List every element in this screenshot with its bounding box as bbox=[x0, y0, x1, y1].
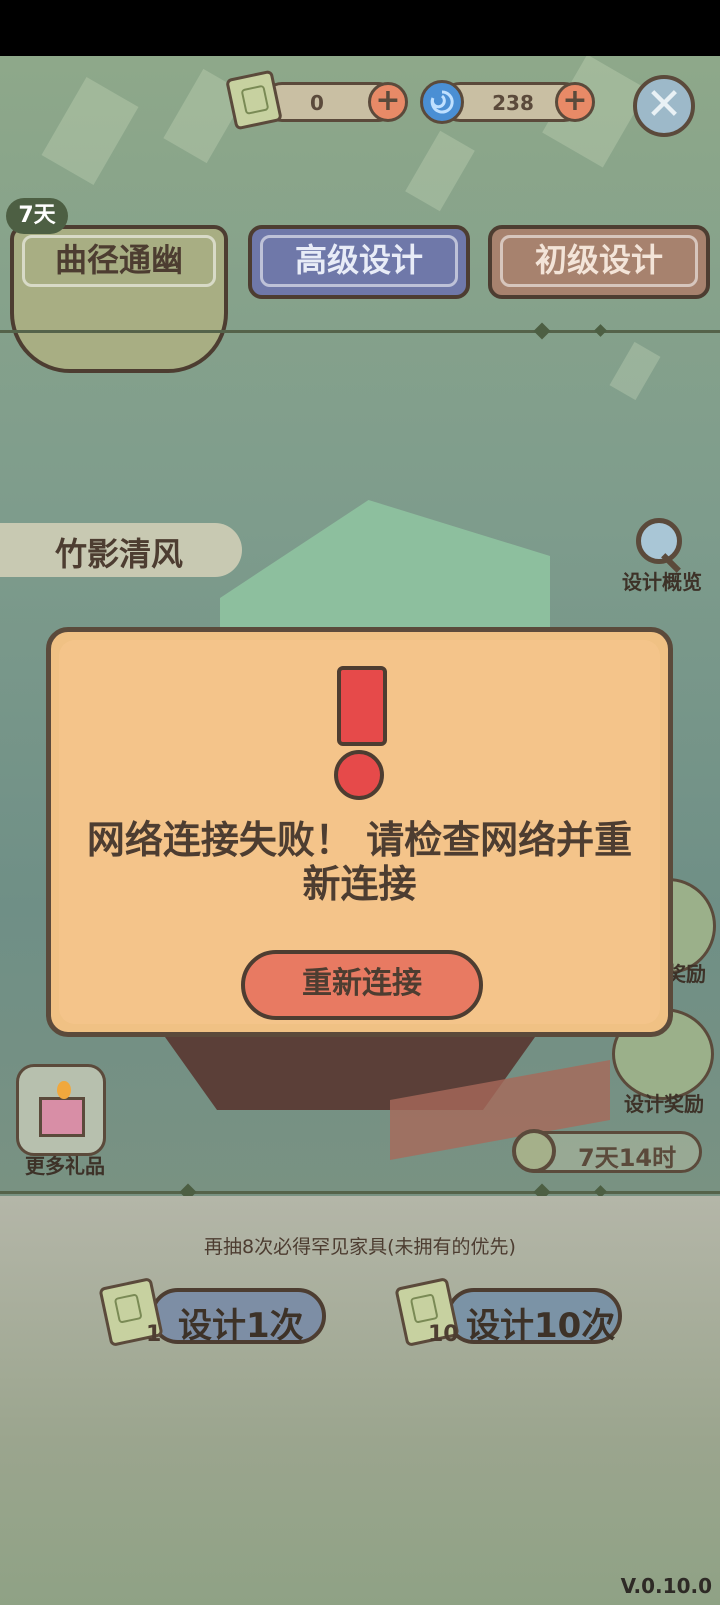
design-once-cost: 1 bbox=[146, 1322, 162, 1347]
add-gems-button[interactable]: + bbox=[555, 82, 595, 122]
pity-text: 再抽8次必得罕见家具(未拥有的优先) bbox=[204, 1236, 516, 1258]
design-overview-label[interactable]: 设计概览 bbox=[614, 566, 710, 595]
leaf-decoration bbox=[405, 130, 475, 212]
divider bbox=[0, 330, 720, 333]
design-reward-label[interactable]: 设计奖励 bbox=[612, 1088, 716, 1117]
magnifier-icon[interactable] bbox=[636, 518, 682, 564]
divider bbox=[0, 1191, 720, 1194]
design-ten-cost: 10 bbox=[428, 1322, 459, 1347]
design-ten-button[interactable]: 设计10次 bbox=[446, 1288, 622, 1346]
gem-count: 238 bbox=[492, 91, 534, 115]
close-button[interactable]: ✕ bbox=[633, 75, 695, 137]
design-ticket-icon bbox=[225, 69, 283, 131]
reward-label[interactable]: 奖励 bbox=[666, 958, 716, 987]
set-name: 竹影清风 bbox=[55, 535, 184, 573]
leaf-decoration bbox=[609, 341, 661, 401]
tab-basic-design[interactable]: 初级设计 bbox=[488, 225, 710, 299]
more-gifts-label[interactable]: 更多礼品 bbox=[10, 1150, 120, 1179]
design-once-button[interactable]: 设计1次 bbox=[150, 1288, 326, 1346]
ticket-count: 0 bbox=[310, 91, 324, 115]
seven-day-badge: 7天 bbox=[6, 198, 68, 234]
tab-qujing-tongyou[interactable]: 曲径通幽 bbox=[10, 225, 228, 373]
design-once-label: 设计1次 bbox=[178, 1306, 304, 1346]
clock-icon bbox=[512, 1129, 556, 1173]
design-ten-label: 设计10次 bbox=[466, 1306, 616, 1346]
timer-text: 7天14时 bbox=[578, 1144, 677, 1172]
tab-label: 高级设计 bbox=[260, 235, 458, 287]
swirl-gem-icon bbox=[420, 80, 464, 124]
exclamation-icon bbox=[337, 666, 387, 746]
dialog-message: 网络连接失败！ 请检查网络并重新连接 bbox=[86, 818, 633, 906]
tab-label: 初级设计 bbox=[500, 235, 698, 287]
reconnect-button[interactable]: 重新连接 bbox=[241, 950, 483, 1020]
leaf-decoration bbox=[41, 77, 139, 185]
add-tickets-button[interactable]: + bbox=[368, 82, 408, 122]
tab-advanced-design[interactable]: 高级设计 bbox=[248, 225, 470, 299]
version-text: V.0.10.0 bbox=[620, 1574, 712, 1598]
tab-label: 曲径通幽 bbox=[22, 235, 216, 287]
gift-box-icon[interactable] bbox=[16, 1064, 106, 1156]
network-error-dialog: 网络连接失败！ 请检查网络并重新连接 重新连接 bbox=[46, 627, 673, 1037]
exclamation-dot-icon bbox=[334, 750, 384, 800]
